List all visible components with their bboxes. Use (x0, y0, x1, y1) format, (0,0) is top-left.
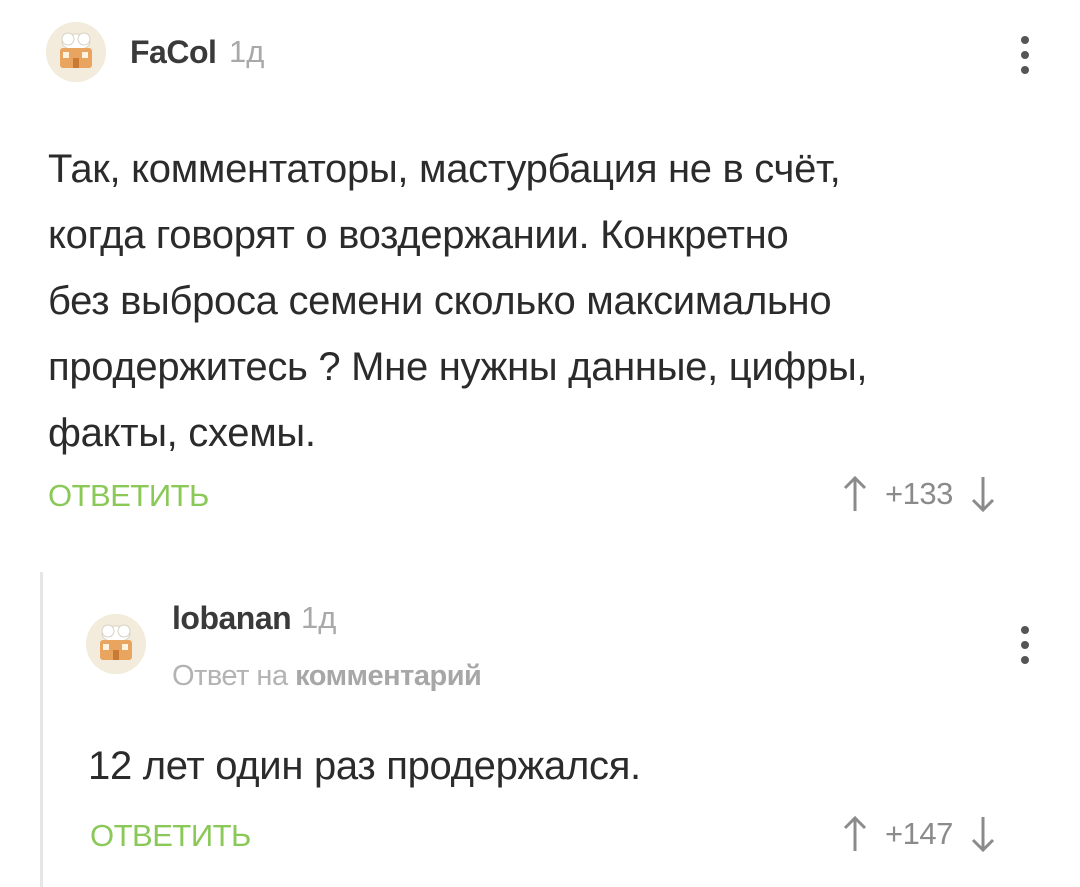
chef-hat-avatar-icon (86, 614, 146, 674)
comment-text-line: продержитесь ? Мне нужны данные, цифры, (48, 345, 868, 389)
downvote-arrow-icon[interactable] (971, 475, 995, 513)
author-name[interactable]: FaCol (130, 34, 217, 71)
vote-controls: +133 (843, 475, 995, 513)
reply-prefix: Ответ на (172, 660, 288, 692)
upvote-arrow-icon[interactable] (843, 475, 867, 513)
comment-text-line: Так, комментаторы, мастурбация не в счёт… (48, 147, 841, 191)
avatar[interactable] (86, 614, 146, 674)
more-vertical-icon[interactable] (1019, 626, 1031, 664)
reply-to-note: Ответ на комментарий (172, 660, 482, 693)
vote-score: +147 (885, 816, 953, 851)
comment-text-line: без выброса семени сколько максимально (48, 279, 832, 323)
comment-text: 12 лет один раз продержался. (88, 744, 641, 788)
reply-button[interactable]: ОТВЕТИТЬ (48, 478, 209, 514)
avatar[interactable] (46, 22, 106, 82)
timestamp: 1д (301, 600, 337, 635)
more-vertical-icon[interactable] (1019, 36, 1031, 74)
vote-controls: +147 (843, 815, 995, 853)
upvote-arrow-icon[interactable] (843, 815, 867, 853)
downvote-arrow-icon[interactable] (971, 815, 995, 853)
chef-hat-avatar-icon (46, 22, 106, 82)
timestamp: 1д (229, 34, 265, 69)
comment-text: Так, комментаторы, мастурбация не в счёт… (48, 136, 868, 466)
author-name[interactable]: lobanan (172, 600, 292, 637)
vote-score: +133 (885, 476, 953, 511)
reply-button[interactable]: ОТВЕТИТЬ (90, 818, 251, 854)
thread-line (40, 572, 43, 887)
comment-text-line: когда говорят о воздержании. Конкретно (48, 213, 789, 257)
reply-target-link[interactable]: комментарий (295, 660, 482, 692)
comment-text-line: факты, схемы. (48, 411, 316, 455)
